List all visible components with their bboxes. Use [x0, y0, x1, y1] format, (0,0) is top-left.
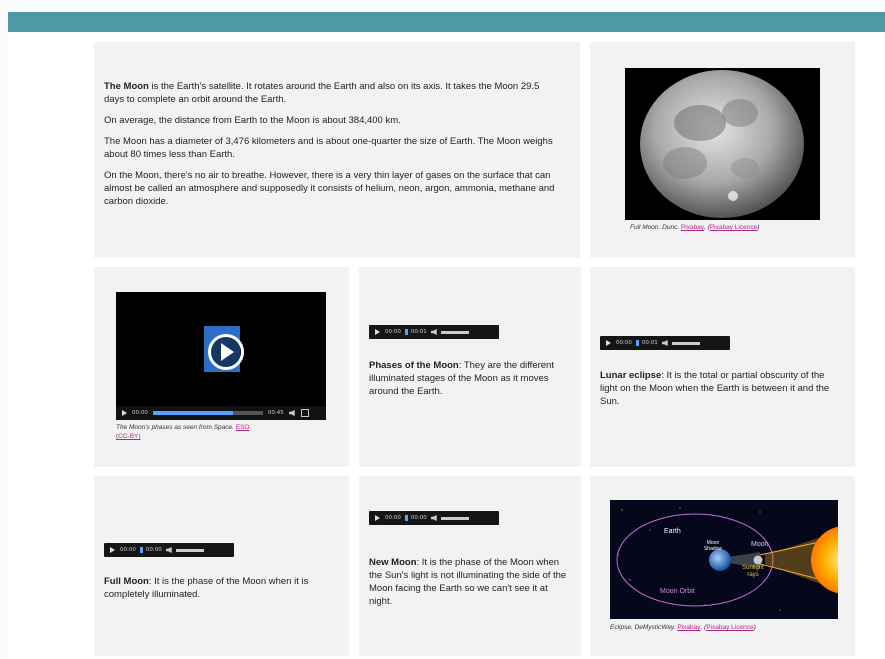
volume-slider[interactable]: [440, 330, 469, 334]
video-caption-sep: .: [249, 424, 252, 431]
top-banner: [8, 12, 885, 32]
new-moon-text: New Moon: It is the phase of the Moon wh…: [369, 556, 569, 608]
volume-icon[interactable]: [430, 329, 437, 335]
pixabay-licence-link[interactable]: Pixabay Licence: [706, 624, 753, 631]
new-moon-card: 00:00 00:00 New Moon: It is the phase of…: [359, 476, 581, 656]
full-moon-card: 00:00 00:00 Full Moon: It is the phase o…: [94, 476, 349, 656]
eclipse-diagram-image: Earth Moon Shadow Moon Sunlight rays Moo…: [610, 500, 838, 619]
lunar-eclipse-card: 00:00 00:01 Lunar eclipse: It is the tot…: [590, 267, 855, 467]
intro-strong: The Moon: [104, 81, 149, 92]
full-moon-audio-player[interactable]: 00:00 00:00: [104, 543, 234, 557]
audio-progress[interactable]: [139, 547, 143, 553]
label-earth: Earth: [664, 528, 681, 535]
new-moon-title: New Moon: [369, 557, 417, 568]
audio-time-current: 00:00: [385, 515, 401, 521]
intro-paragraph-3: The Moon has a diameter of 3,476 kilomet…: [104, 136, 553, 160]
video-player[interactable]: 00:00 00:45: [116, 292, 326, 420]
full-moon-image: [625, 68, 820, 220]
volume-icon[interactable]: [165, 547, 172, 553]
caption-end: ): [757, 224, 760, 231]
phases-audio-player[interactable]: 00:00 00:01: [369, 325, 499, 339]
volume-icon[interactable]: [430, 515, 437, 521]
audio-time-current: 00:00: [616, 340, 632, 346]
cc-by-link[interactable]: (CC-BY): [116, 433, 141, 440]
play-icon[interactable]: [208, 334, 244, 370]
fullscreen-icon[interactable]: [300, 409, 309, 417]
caption-text: Full Moon. Dunc.: [630, 224, 681, 231]
volume-slider[interactable]: [440, 516, 469, 520]
label-sunlight-rays: Sunlight rays: [742, 565, 764, 578]
intro-paragraph-4: On the Moon, there's no air to breathe. …: [104, 170, 555, 207]
full-moon-caption: Full Moon. Dunc. Pixabay, (Pixabay Licen…: [630, 224, 759, 231]
video-card: 00:00 00:45 The Moon's phases as seen fr…: [94, 267, 349, 467]
eclipse-diagram-card: Earth Moon Shadow Moon Sunlight rays Moo…: [590, 476, 855, 656]
lunar-eclipse-text: Lunar eclipse: It is the total or partia…: [600, 369, 840, 408]
audio-play-button[interactable]: [375, 515, 380, 521]
pixabay-link[interactable]: Pixabay: [681, 224, 704, 231]
volume-slider[interactable]: [671, 341, 700, 345]
eclipse-audio-player[interactable]: 00:00 00:01: [600, 336, 730, 350]
full-moon-title: Full Moon: [104, 576, 149, 587]
audio-progress[interactable]: [404, 329, 408, 335]
intro-paragraph-2: On average, the distance from Earth to t…: [104, 115, 401, 126]
pixabay-licence-link[interactable]: Pixabay Licence: [710, 224, 757, 231]
intro-paragraph-1: The Moon is the Earth's satellite. It ro…: [104, 80, 559, 106]
audio-progress[interactable]: [635, 340, 639, 346]
lunar-eclipse-title: Lunar eclipse: [600, 370, 662, 381]
moon-graphic: [640, 70, 804, 218]
moon-intro-card: The Moon is the Earth's satellite. It ro…: [94, 42, 580, 258]
phases-text: Phases of the Moon: They are the differe…: [369, 359, 559, 398]
video-controls: 00:00 00:45: [116, 406, 326, 420]
label-moon-orbit: Moon Orbit: [660, 588, 695, 595]
video-progress-bar[interactable]: [152, 411, 263, 415]
video-caption-text: The Moon's phases as seen from Space.: [116, 424, 236, 431]
audio-time-total: 00:00: [410, 515, 427, 521]
audio-play-button[interactable]: [375, 329, 380, 335]
video-time-current: 00:00: [132, 410, 148, 416]
new-moon-audio-player[interactable]: 00:00 00:00: [369, 511, 499, 525]
moon-intro-text: The Moon is the Earth's satellite. It ro…: [104, 80, 559, 216]
eclipse-caption-text: Eclipse. DeMysticWay.: [610, 624, 678, 631]
eclipse-graphic: [616, 507, 838, 611]
eclipse-caption-end: ): [753, 624, 756, 631]
audio-time-current: 00:00: [385, 329, 401, 335]
audio-play-button[interactable]: [606, 340, 611, 346]
eclipse-caption: Eclipse. DeMysticWay. Pixabay, (Pixabay …: [610, 624, 756, 631]
volume-icon[interactable]: [661, 340, 668, 346]
phases-title: Phases of the Moon: [369, 360, 459, 371]
phases-card: 00:00 00:01 Phases of the Moon: They are…: [359, 267, 581, 467]
volume-slider[interactable]: [175, 548, 204, 552]
video-volume-icon[interactable]: [288, 410, 295, 416]
audio-progress[interactable]: [404, 515, 408, 521]
pixabay-link[interactable]: Pixabay: [677, 624, 700, 631]
audio-time-current: 00:00: [120, 547, 136, 553]
full-moon-image-card: Full Moon. Dunc. Pixabay, (Pixabay Licen…: [590, 42, 855, 258]
audio-time-total: 00:00: [145, 547, 162, 553]
audio-play-button[interactable]: [110, 547, 115, 553]
label-moon-shadow: Moon Shadow: [703, 540, 723, 552]
audio-time-total: 00:01: [641, 340, 658, 346]
label-moon: Moon: [751, 541, 769, 548]
eso-link[interactable]: ESO: [236, 424, 250, 431]
video-time-total: 00:45: [267, 410, 284, 416]
full-moon-text: Full Moon: It is the phase of the Moon w…: [104, 575, 329, 601]
video-caption: The Moon's phases as seen from Space. ES…: [116, 423, 316, 441]
audio-time-total: 00:01: [410, 329, 427, 335]
video-play-button[interactable]: [122, 410, 127, 416]
intro-p1-rest: is the Earth's satellite. It rotates aro…: [104, 81, 540, 105]
